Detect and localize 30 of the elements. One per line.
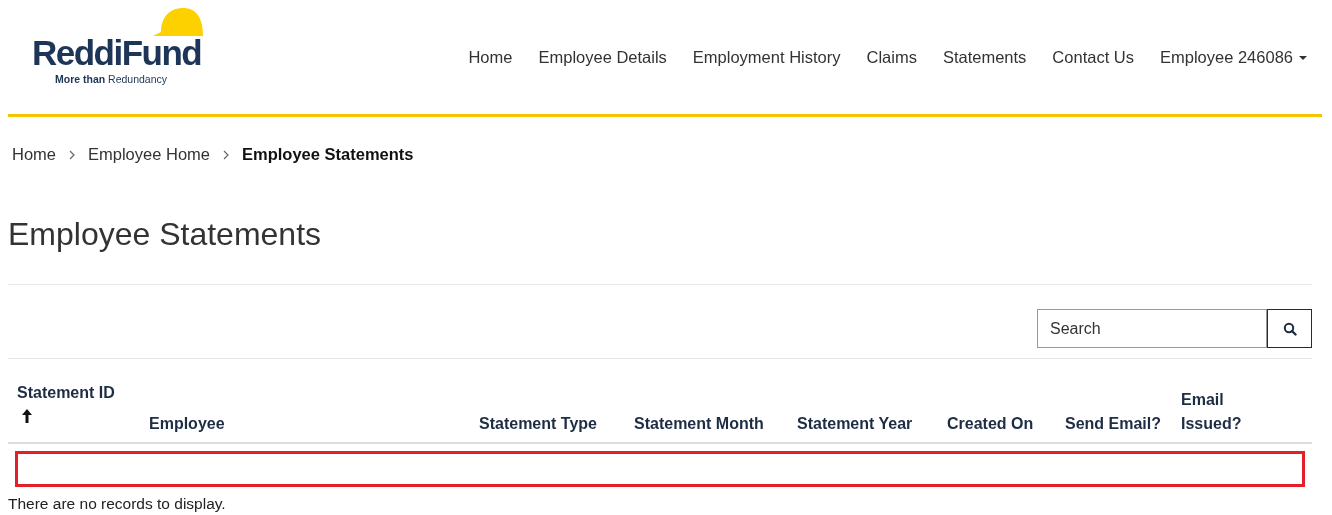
column-header[interactable]: Send Email?	[1065, 412, 1162, 436]
nav-link[interactable]: Employment History	[679, 48, 854, 67]
page-title: Employee Statements	[8, 216, 322, 252]
breadcrumb-link[interactable]: Home	[12, 145, 56, 164]
column-header[interactable]: Statement Month	[634, 412, 764, 436]
nav-link[interactable]: Contact Us	[1039, 48, 1147, 67]
column-header[interactable]: Email Issued?	[1181, 388, 1251, 436]
column-header[interactable]: Employee	[149, 412, 225, 436]
column-header[interactable]: Statement Type	[479, 412, 597, 436]
current-page-label: Employee Statements	[242, 145, 414, 164]
hard-hat-icon	[151, 6, 205, 38]
logo-wordmark: ReddiFund	[32, 38, 202, 68]
chevron-icon	[68, 149, 76, 160]
search-icon	[1282, 321, 1297, 336]
column-header[interactable]: Created On	[947, 412, 1034, 436]
search-button[interactable]	[1267, 309, 1312, 348]
search-field[interactable]: Search	[1037, 309, 1267, 348]
nav-link[interactable]: Employee Details	[525, 48, 680, 67]
nav-dropdown[interactable]: Employee 246086	[1147, 48, 1320, 67]
column-header[interactable]: Statement Year	[797, 412, 913, 436]
empty-message: There are no records to display.	[8, 495, 227, 513]
nav-link[interactable]: Statements	[929, 48, 1040, 67]
breadcrumb-link[interactable]: Employee Home	[88, 145, 210, 164]
caret-icon	[1299, 55, 1307, 60]
nav-link[interactable]: Claims	[853, 48, 930, 67]
nav-link[interactable]: Home	[455, 48, 526, 67]
up-arrow-icon	[21, 408, 33, 424]
column-header[interactable]: Statement ID	[17, 381, 115, 426]
logo-tagline: More than Redundancy	[55, 73, 168, 85]
chevron-icon	[222, 149, 230, 160]
